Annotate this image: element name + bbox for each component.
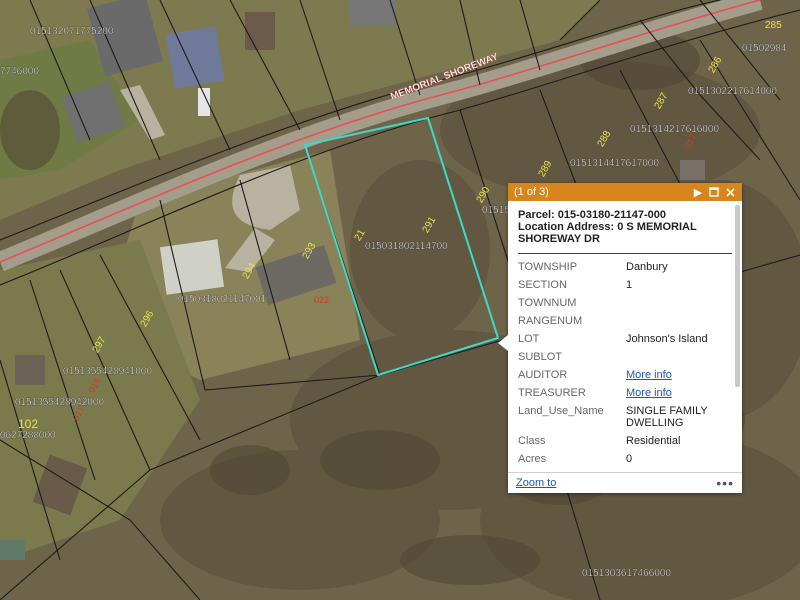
- red-number-label: 022: [314, 295, 329, 305]
- parcel-id-label: 0627288000: [0, 430, 56, 441]
- zoom-to-link[interactable]: Zoom to: [516, 477, 716, 489]
- parcel-id-label: 01515: [482, 205, 510, 216]
- parcel-id-label: 015031802114700: [365, 241, 448, 252]
- parcel-number: Parcel: 015-03180-21147-000: [518, 209, 667, 221]
- attribute-row: Land_Use_Name SINGLE FAMILY DWELLING: [518, 402, 732, 432]
- attribute-row: TOWNSHIP Danbury: [518, 258, 732, 276]
- attribute-table: TOWNSHIP Danbury SECTION 1 TOWNNUM RANGENUM LO…: [518, 258, 732, 468]
- attribute-row: AUDITOR More info: [518, 366, 732, 384]
- attribute-value: More info: [626, 384, 732, 402]
- more-info-link[interactable]: More info: [626, 369, 672, 381]
- attribute-key: SECTION: [518, 279, 567, 291]
- maximize-icon[interactable]: [706, 184, 722, 200]
- parcel-id-label: 0150318021147001: [178, 294, 267, 305]
- attribute-key: Land_Use_Name: [518, 405, 604, 417]
- popup-pointer: [498, 335, 508, 351]
- location-address: Location Address: 0 S MEMORIAL: [518, 221, 697, 233]
- location-address-cont: SHOREWAY DR: [518, 233, 600, 245]
- parcel-id-label: 0151314217616000: [630, 124, 719, 135]
- attribute-key: TOWNNUM: [518, 297, 577, 309]
- attribute-key: TREASURER: [518, 387, 586, 399]
- popup-scrollbar[interactable]: [735, 205, 740, 387]
- attribute-value: SINGLE FAMILY DWELLING: [626, 405, 708, 429]
- attribute-row: Acres 0: [518, 450, 732, 468]
- attribute-key: RANGENUM: [518, 315, 583, 327]
- attribute-value: Residential: [626, 435, 681, 447]
- parcel-id-label: 015132071775200: [30, 26, 114, 37]
- close-icon[interactable]: [722, 184, 738, 200]
- parcel-id-label: 0151303617466000: [582, 568, 671, 579]
- attribute-row: Class Residential: [518, 432, 732, 450]
- house-number-label: 285: [765, 20, 782, 31]
- attribute-row: RANGENUM: [518, 312, 732, 330]
- attribute-value: Danbury: [626, 261, 668, 273]
- attribute-value: [626, 348, 732, 366]
- parcel-id-label: 0151302217614000: [688, 86, 777, 97]
- parcel-popup[interactable]: (1 of 3) ▶ Parcel: 015-03180-21147-000 L…: [498, 183, 742, 493]
- attribute-row: TREASURER More info: [518, 384, 732, 402]
- attribute-value: 1: [626, 279, 633, 291]
- attribute-value: Johnson's Island: [626, 333, 708, 345]
- attribute-value: 0: [626, 453, 633, 465]
- popup-footer: Zoom to •••: [508, 472, 742, 493]
- attribute-row: LOT Johnson's Island: [518, 330, 732, 348]
- attribute-value: More info: [626, 366, 732, 384]
- attribute-row: SECTION 1: [518, 276, 732, 294]
- parcel-id-label: 01502984: [742, 43, 787, 54]
- popup-header: (1 of 3) ▶: [508, 183, 742, 201]
- popup-divider: [518, 253, 732, 254]
- play-icon[interactable]: ▶: [690, 184, 706, 200]
- parcel-id-label: 7746000: [0, 66, 39, 77]
- attribute-key: SUBLOT: [518, 351, 563, 363]
- more-info-link[interactable]: More info: [626, 387, 672, 399]
- attribute-row: SUBLOT: [518, 348, 732, 366]
- house-number-label: 102: [18, 417, 38, 431]
- popup-content[interactable]: Parcel: 015-03180-21147-000 Location Add…: [508, 201, 742, 473]
- more-options-icon[interactable]: •••: [716, 475, 734, 491]
- parcel-id-label: 0151355428941000: [63, 366, 152, 377]
- attribute-value: [626, 312, 732, 330]
- attribute-key: Acres: [518, 453, 547, 465]
- attribute-key: LOT: [518, 333, 540, 345]
- attribute-value: [626, 294, 732, 312]
- attribute-row: TOWNNUM: [518, 294, 732, 312]
- attribute-key: AUDITOR: [518, 369, 568, 381]
- parcel-id-label: 0151314417617000: [570, 158, 659, 169]
- feature-count: (1 of 3): [514, 186, 549, 198]
- attribute-key: Class: [518, 435, 546, 447]
- attribute-key: TOWNSHIP: [518, 261, 578, 273]
- parcel-id-label: 0151355428942000: [15, 397, 104, 408]
